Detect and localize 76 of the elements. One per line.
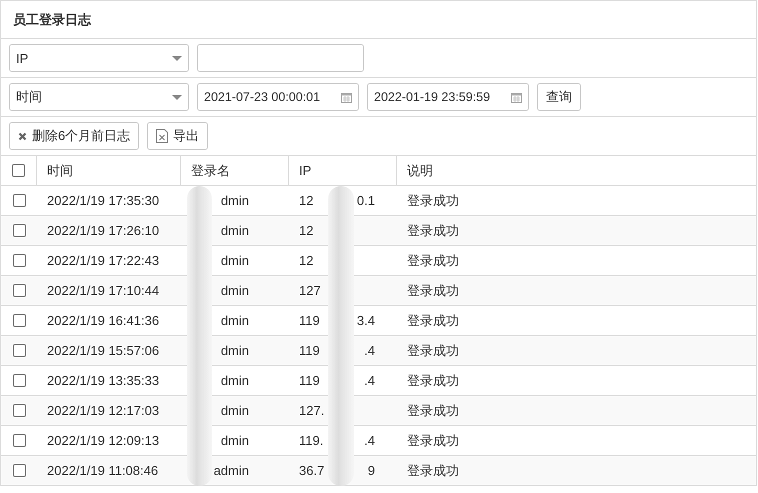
table-cell-text: 2022/1/19 11:08:46 bbox=[46, 462, 160, 480]
checkbox[interactable] bbox=[12, 464, 26, 477]
table-cell-text: 2022/1/19 12:17:03 bbox=[46, 402, 160, 420]
field-select[interactable]: IP bbox=[9, 44, 189, 72]
search-field[interactable] bbox=[197, 44, 364, 72]
checkbox[interactable] bbox=[12, 314, 26, 327]
table-cell: 127. bbox=[299, 403, 324, 418]
delete-button[interactable]: 删除6个月前日志 bbox=[9, 122, 140, 150]
table-cell: 119 bbox=[299, 313, 320, 328]
table-cell-text: dmin bbox=[220, 313, 249, 328]
table-cell-text: 登录成功 bbox=[406, 402, 460, 420]
table-cell: .4 bbox=[364, 373, 375, 388]
table-cell-text: 2022/1/19 15:57:06 bbox=[46, 342, 160, 360]
table-cell: 9 bbox=[368, 463, 375, 478]
table-cell-text: 2022/1/19 17:26:10 bbox=[46, 222, 160, 240]
table-cell: 127 bbox=[299, 283, 321, 298]
table-cell-text: dmin bbox=[220, 343, 249, 358]
checkbox[interactable] bbox=[12, 434, 26, 447]
checkbox[interactable] bbox=[12, 254, 26, 267]
table-cell-text: 2022/1/19 17:35:30 bbox=[46, 192, 160, 210]
checkbox[interactable] bbox=[12, 344, 26, 357]
table-cell-text: 2022/1/19 13:35:33 bbox=[46, 372, 160, 390]
column-header[interactable]: 说明 bbox=[397, 156, 756, 185]
caret-icon bbox=[172, 94, 182, 100]
table-cell: 12 bbox=[299, 253, 314, 268]
field-select[interactable]: 时间 bbox=[9, 83, 189, 111]
table-cell-text: dmin bbox=[220, 193, 249, 208]
checkbox[interactable] bbox=[12, 164, 25, 177]
query-button[interactable]: 查询 bbox=[537, 83, 581, 111]
checkbox[interactable] bbox=[12, 194, 26, 207]
table-cell-text: dmin bbox=[220, 373, 249, 388]
table-cell-text: 2022/1/19 16:41:36 bbox=[46, 312, 160, 330]
export-button[interactable]: 导出 bbox=[147, 122, 208, 150]
caret-icon bbox=[172, 56, 182, 60]
table-cell: 119 bbox=[299, 343, 320, 358]
table-cell: 3.4 bbox=[356, 313, 375, 328]
table-cell-text: 登录成功 bbox=[406, 282, 460, 300]
table-cell-text: admin bbox=[212, 463, 249, 478]
spreadsheet-file-icon bbox=[156, 129, 168, 143]
calendar-icon bbox=[341, 92, 352, 102]
calendar-icon bbox=[511, 92, 522, 102]
table-cell-text: 登录成功 bbox=[406, 312, 460, 330]
table-cell-text: 登录成功 bbox=[406, 222, 460, 240]
table-cell-text: 2022/1/19 17:22:43 bbox=[46, 252, 160, 270]
table-cell: 12 bbox=[299, 193, 314, 208]
table-cell-text: 2022/1/19 12:09:13 bbox=[46, 432, 160, 450]
table-cell-text: dmin bbox=[220, 403, 249, 418]
table-cell-text: 登录成功 bbox=[406, 252, 460, 270]
date-field[interactable]: 2022-01-19 23:59:59 bbox=[367, 83, 529, 111]
table-cell-text: 登录成功 bbox=[406, 342, 460, 360]
table-cell: 36.7 bbox=[299, 463, 324, 478]
column-header[interactable]: 时间 bbox=[37, 156, 181, 185]
table-cell: .4 bbox=[364, 343, 375, 358]
table-cell: 119 bbox=[299, 373, 320, 388]
checkbox[interactable] bbox=[12, 224, 26, 237]
table-cell: 119. bbox=[299, 433, 324, 448]
checkbox[interactable] bbox=[12, 404, 26, 417]
table-cell: .4 bbox=[364, 433, 375, 448]
checkbox[interactable] bbox=[12, 284, 26, 297]
panel-title: 员工登录日志 bbox=[1, 1, 756, 39]
table-cell-text: 登录成功 bbox=[406, 372, 460, 390]
close-icon bbox=[18, 132, 27, 140]
checkbox[interactable] bbox=[12, 374, 26, 387]
table-cell-text: 登录成功 bbox=[406, 462, 460, 480]
table-cell-text: dmin bbox=[220, 433, 249, 448]
date-field[interactable]: 2021-07-23 00:00:01 bbox=[197, 83, 359, 111]
table-cell-text: dmin bbox=[220, 283, 249, 298]
column-header[interactable]: IP bbox=[289, 156, 397, 185]
table-cell-text: 登录成功 bbox=[406, 192, 460, 210]
column-header[interactable]: 登录名 bbox=[181, 156, 289, 185]
table-cell-text: dmin bbox=[220, 223, 249, 238]
table-cell-text: 登录成功 bbox=[406, 432, 460, 450]
table-cell: 0.1 bbox=[356, 193, 375, 208]
table-cell: 12 bbox=[299, 223, 314, 238]
table-cell-text: dmin bbox=[220, 253, 249, 268]
table-cell-text: 2022/1/19 17:10:44 bbox=[46, 282, 160, 300]
